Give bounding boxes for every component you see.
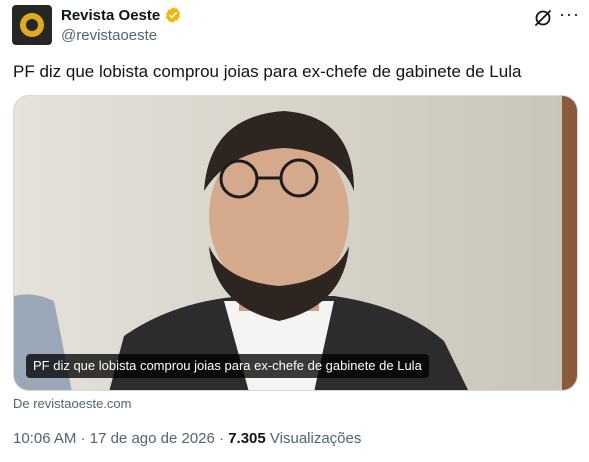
author-handle[interactable]: @revistaoeste [61,27,157,44]
tweet-date[interactable]: 17 de ago de 2026 [90,430,215,447]
card-source-link[interactable]: De revistaoeste.com [13,396,132,411]
views-label: Visualizações [265,430,362,447]
article-image [14,96,577,390]
avatar[interactable] [12,5,52,45]
grok-icon[interactable] [533,8,553,28]
author-name-row: Revista Oeste [61,6,182,24]
views-count: 7.305 [228,430,266,447]
more-options-icon[interactable]: ··· [559,4,580,25]
link-card[interactable]: PF diz que lobista comprou joias para ex… [13,95,578,391]
author-name[interactable]: Revista Oeste [61,7,160,24]
meta-separator: · [76,430,90,447]
card-caption: PF diz que lobista comprou joias para ex… [26,354,429,378]
meta-separator: · [214,430,229,447]
tweet-meta: 10:06 AM · 17 de ago de 2026 · 7.305 Vis… [13,430,361,447]
tweet-time[interactable]: 10:06 AM [13,430,76,447]
logo-ring [20,13,44,37]
tweet-text: PF diz que lobista comprou joias para ex… [13,62,522,81]
verified-badge-icon[interactable] [164,6,182,24]
